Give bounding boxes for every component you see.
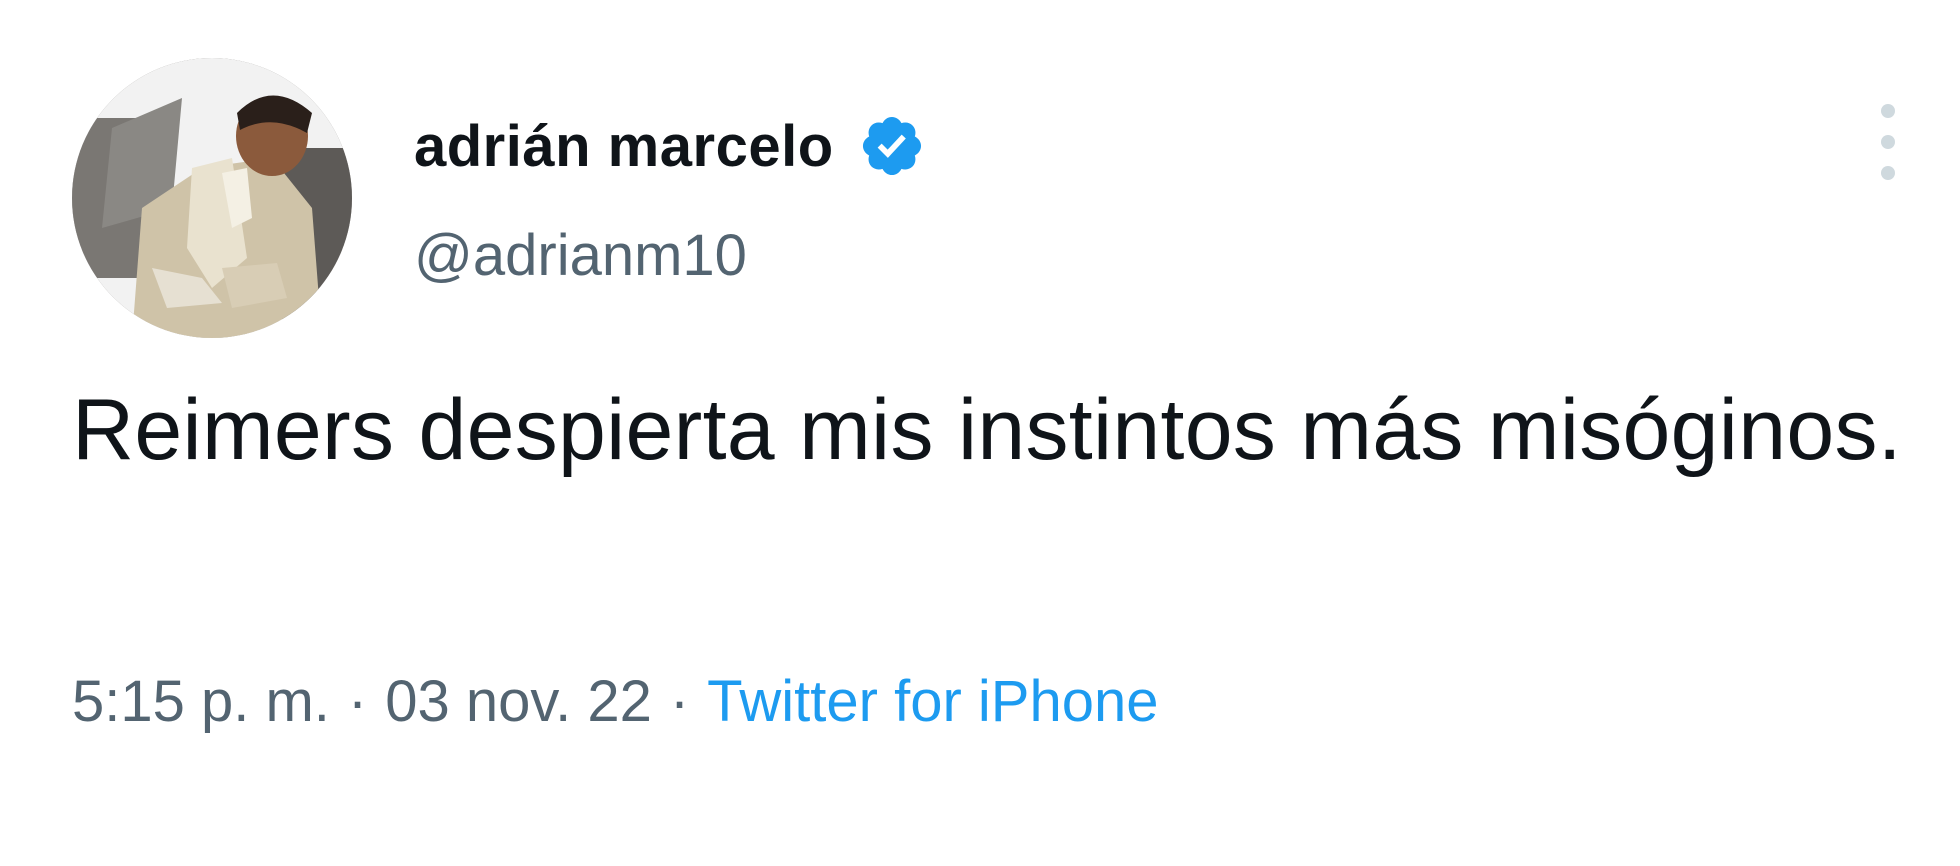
tweet-text: Reimers despierta mis instintos más misó… xyxy=(72,382,1902,478)
more-dot xyxy=(1881,104,1895,118)
avatar[interactable] xyxy=(72,58,352,338)
author-name-row: adrián marcelo xyxy=(414,108,926,184)
more-options-icon[interactable] xyxy=(1868,104,1908,180)
tweet-meta: 5:15 p. m. · 03 nov. 22 · Twitter for iP… xyxy=(72,668,1158,735)
more-dot xyxy=(1881,166,1895,180)
meta-separator: · xyxy=(347,669,368,734)
verified-badge-icon xyxy=(858,112,926,180)
more-dot xyxy=(1881,135,1895,149)
tweet-time[interactable]: 5:15 p. m. xyxy=(72,668,330,735)
author-handle[interactable]: @adrianm10 xyxy=(414,222,747,289)
tweet-source-link[interactable]: Twitter for iPhone xyxy=(707,668,1158,735)
meta-separator: · xyxy=(669,669,690,734)
tweet-card: adrián marcelo @adrianm10 Reimers despie… xyxy=(0,0,1960,866)
tweet-date[interactable]: 03 nov. 22 xyxy=(385,668,652,735)
avatar-photo xyxy=(72,58,352,338)
display-name[interactable]: adrián marcelo xyxy=(414,113,834,180)
